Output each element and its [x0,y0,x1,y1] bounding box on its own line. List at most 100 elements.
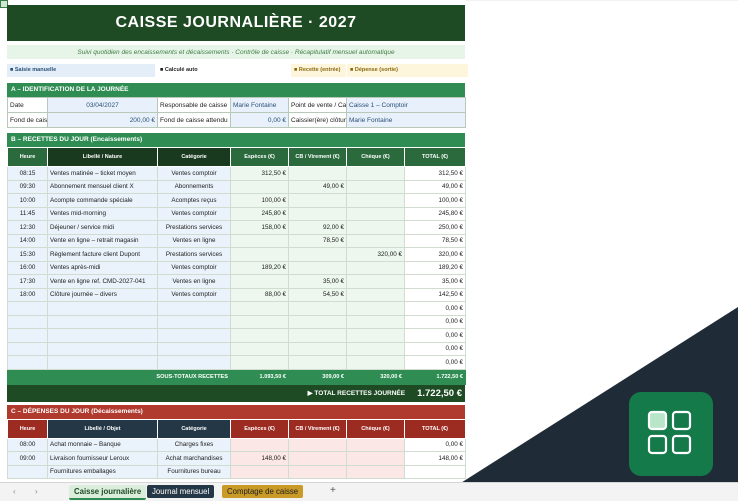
label-cell[interactable] [47,314,158,329]
category-cell[interactable] [157,355,231,370]
amount-cell[interactable] [230,314,289,329]
amount-cell[interactable] [230,247,289,262]
label-cell[interactable]: Vente en ligne ref. CMD-2027-041 [47,274,158,289]
label-cell[interactable] [47,355,158,370]
amount-cell[interactable] [288,247,347,262]
tab-comptage-de-caisse[interactable]: Comptage de caisse [222,485,304,498]
category-cell[interactable]: Ventes comptoir [157,260,231,275]
time-cell[interactable] [7,341,48,356]
category-cell[interactable]: Ventes comptoir [157,166,231,181]
label-cell[interactable]: Déjeuner / service midi [47,220,158,235]
amount-cell[interactable]: 158,00 € [230,220,289,235]
category-cell[interactable] [157,341,231,356]
amount-cell[interactable] [288,355,347,370]
time-cell[interactable]: 10:00 [7,193,48,208]
category-cell[interactable]: Charges fixes [157,437,231,452]
identification-value[interactable]: Caisse 1 – Comptoir [346,97,466,113]
identification-value[interactable]: 0,00 € [230,112,289,128]
category-cell[interactable]: Acomptes reçus [157,193,231,208]
amount-cell[interactable] [230,301,289,316]
time-cell[interactable] [7,464,48,479]
time-cell[interactable] [7,314,48,329]
amount-cell[interactable] [230,274,289,289]
amount-cell[interactable] [346,220,405,235]
time-cell[interactable] [7,301,48,316]
label-cell[interactable] [47,341,158,356]
identification-value[interactable]: Marie Fontaine [230,97,289,113]
category-cell[interactable]: Abonnements [157,179,231,194]
amount-cell[interactable]: 245,80 € [230,206,289,221]
identification-value[interactable]: 200,00 € [47,112,158,128]
amount-cell[interactable] [346,233,405,248]
label-cell[interactable] [47,301,158,316]
time-cell[interactable]: 08:00 [7,437,48,452]
amount-cell[interactable] [346,301,405,316]
time-cell[interactable]: 12:30 [7,220,48,235]
amount-cell[interactable] [346,451,405,466]
amount-cell[interactable] [288,206,347,221]
time-cell[interactable] [7,355,48,370]
time-cell[interactable]: 17:30 [7,274,48,289]
amount-cell[interactable] [288,314,347,329]
time-cell[interactable]: 14:00 [7,233,48,248]
category-cell[interactable] [157,301,231,316]
amount-cell[interactable] [230,355,289,370]
amount-cell[interactable] [288,341,347,356]
label-cell[interactable]: Ventes mid-morning [47,206,158,221]
amount-cell[interactable] [288,328,347,343]
tab-nav-prev-icon[interactable]: ‹ [13,487,16,496]
amount-cell[interactable]: 78,50 € [288,233,347,248]
amount-cell[interactable] [346,274,405,289]
time-cell[interactable]: 18:00 [7,287,48,302]
amount-cell[interactable] [230,328,289,343]
category-cell[interactable]: Prestations services [157,220,231,235]
amount-cell[interactable]: 320,00 € [346,247,405,262]
amount-cell[interactable] [230,341,289,356]
label-cell[interactable]: Règlement facture client Dupont [47,247,158,262]
time-cell[interactable]: 15:30 [7,247,48,262]
label-cell[interactable]: Abonnement mensuel client X [47,179,158,194]
amount-cell[interactable] [230,179,289,194]
amount-cell[interactable]: 49,00 € [288,179,347,194]
label-cell[interactable]: Fournitures emballages [47,464,158,479]
category-cell[interactable]: Ventes comptoir [157,206,231,221]
amount-cell[interactable]: 312,50 € [230,166,289,181]
amount-cell[interactable] [346,179,405,194]
amount-cell[interactable] [346,166,405,181]
amount-cell[interactable] [288,437,347,452]
category-cell[interactable] [157,314,231,329]
label-cell[interactable]: Clôture journée – divers [47,287,158,302]
amount-cell[interactable] [346,437,405,452]
tab-journal-mensuel[interactable]: Journal mensuel [147,485,215,498]
amount-cell[interactable] [346,193,405,208]
amount-cell[interactable] [288,451,347,466]
amount-cell[interactable] [230,437,289,452]
category-cell[interactable]: Prestations services [157,247,231,262]
amount-cell[interactable] [230,233,289,248]
time-cell[interactable] [7,328,48,343]
time-cell[interactable]: 09:30 [7,179,48,194]
tab-caisse-journaliere[interactable]: Caisse journalière [69,485,147,500]
tab-nav-next-icon[interactable]: › [35,487,38,496]
label-cell[interactable]: Acompte commande spéciale [47,193,158,208]
amount-cell[interactable] [346,206,405,221]
amount-cell[interactable] [288,260,347,275]
amount-cell[interactable]: 100,00 € [230,193,289,208]
amount-cell[interactable] [346,287,405,302]
amount-cell[interactable] [346,314,405,329]
time-cell[interactable]: 09:00 [7,451,48,466]
time-cell[interactable]: 08:15 [7,166,48,181]
identification-value[interactable]: Marie Fontaine [346,112,466,128]
amount-cell[interactable] [346,464,405,479]
amount-cell[interactable] [230,464,289,479]
amount-cell[interactable] [346,328,405,343]
category-cell[interactable] [157,328,231,343]
label-cell[interactable]: Livraison fournisseur Leroux [47,451,158,466]
label-cell[interactable]: Ventes après-midi [47,260,158,275]
category-cell[interactable]: Fournitures bureau [157,464,231,479]
time-cell[interactable]: 16:00 [7,260,48,275]
label-cell[interactable] [47,328,158,343]
time-cell[interactable]: 11:45 [7,206,48,221]
amount-cell[interactable] [346,260,405,275]
category-cell[interactable]: Ventes comptoir [157,287,231,302]
